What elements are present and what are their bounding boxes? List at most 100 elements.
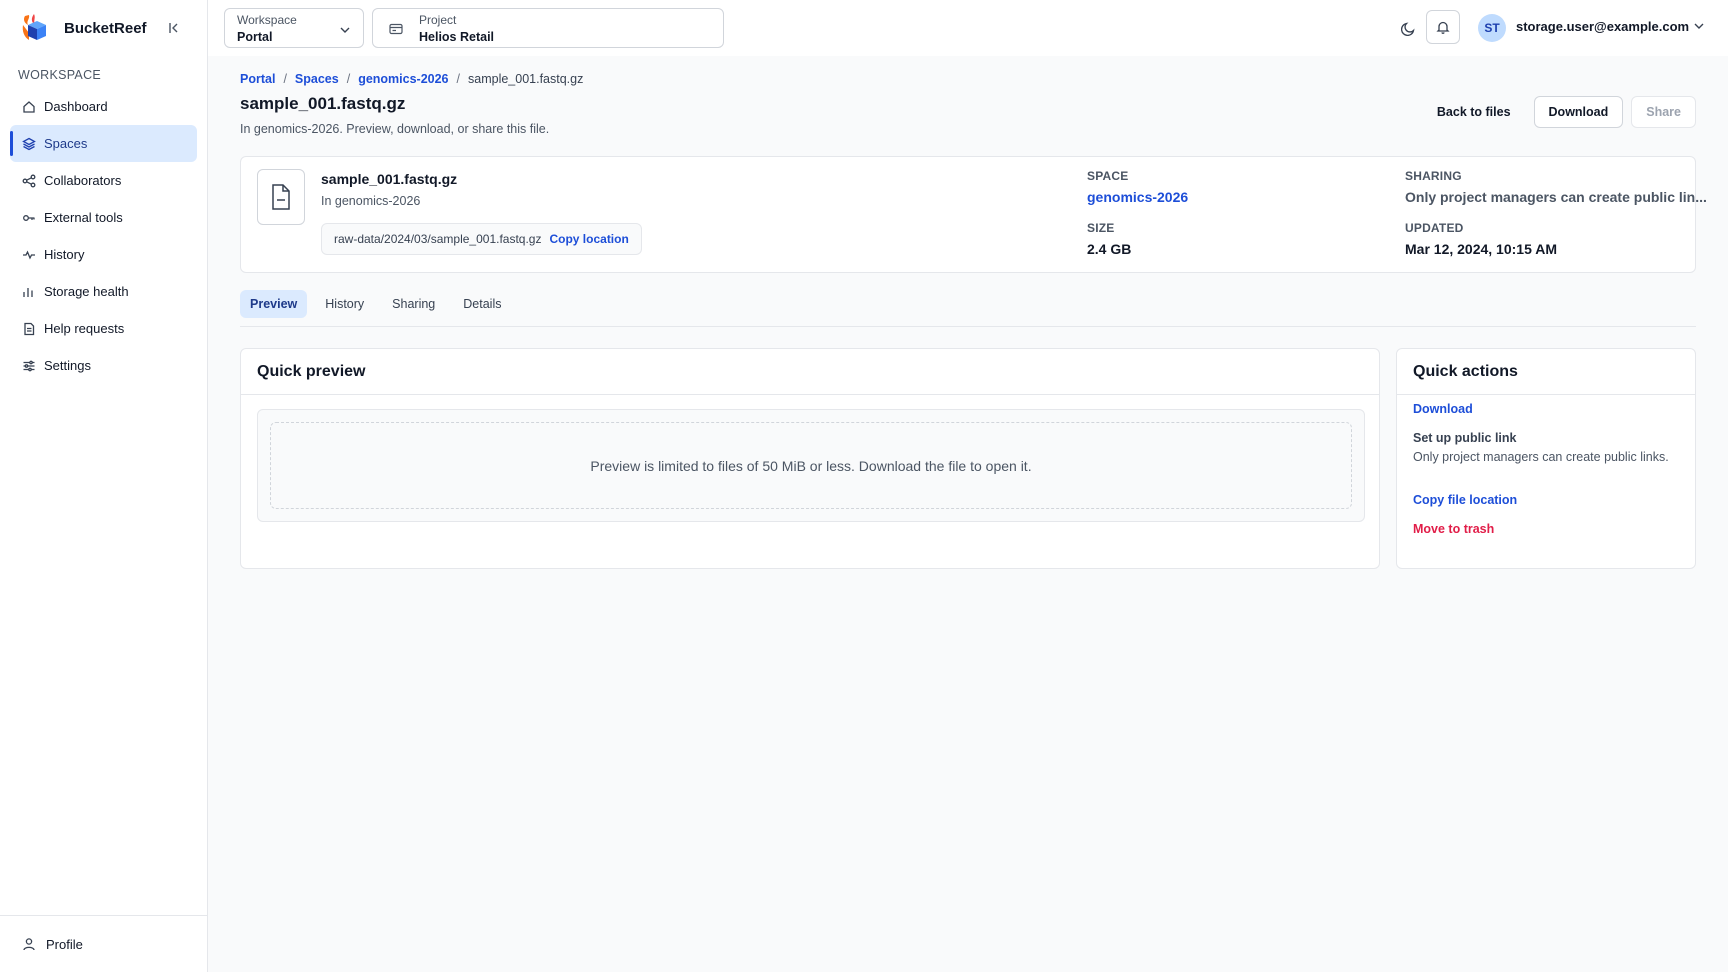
sidebar-item-label: External tools: [44, 210, 123, 225]
breadcrumb-current: sample_001.fastq.gz: [468, 72, 584, 86]
project-label: Project: [419, 13, 457, 27]
brand[interactable]: BucketReef: [20, 10, 147, 46]
sidebar-item-label: Help requests: [44, 321, 125, 336]
sliders-icon: [22, 359, 36, 373]
chevron-down-icon[interactable]: [1693, 19, 1705, 35]
meta-label: UPDATED: [1405, 221, 1464, 235]
moon-icon: [1400, 21, 1415, 36]
document-icon: [22, 322, 36, 336]
quick-preview-panel: Quick preview Preview is limited to file…: [240, 348, 1380, 569]
notifications-button[interactable]: [1426, 10, 1460, 44]
bar-chart-icon: [22, 285, 36, 299]
workspace-label: Workspace: [237, 13, 297, 27]
meta-label: SIZE: [1087, 221, 1115, 235]
page-title: sample_001.fastq.gz: [240, 94, 406, 113]
space-link[interactable]: genomics-2026: [1087, 189, 1188, 205]
sidebar-item-help-requests[interactable]: Help requests: [10, 310, 197, 347]
main-content: Portal / Spaces / genomics-2026 / sample…: [208, 56, 1728, 972]
preview-area: Preview is limited to files of 50 MiB or…: [257, 409, 1365, 522]
sidebar: BucketReef WORKSPACE Dashboard Spaces Co…: [0, 0, 208, 972]
home-icon: [22, 100, 36, 114]
user-email[interactable]: storage.user@example.com: [1516, 19, 1689, 34]
sidebar-item-label: Settings: [44, 358, 91, 373]
sidebar-item-collaborators[interactable]: Collaborators: [10, 162, 197, 199]
file-location-line: In genomics-2026: [321, 194, 421, 208]
panel-title: Quick actions: [1397, 349, 1695, 395]
copy-file-location-link[interactable]: Copy file location: [1413, 493, 1517, 507]
download-button[interactable]: Download: [1533, 96, 1624, 128]
logo-icon: [22, 14, 46, 40]
breadcrumb-separator: /: [456, 72, 460, 86]
quick-download-link[interactable]: Download: [1413, 402, 1473, 416]
sidebar-nav: Dashboard Spaces Collaborators External …: [10, 88, 197, 384]
workspace-selector[interactable]: Workspace Portal: [224, 8, 364, 48]
topbar: Workspace Portal Project Helios Retail S…: [208, 0, 1728, 56]
page-subtitle: In genomics-2026. Preview, download, or …: [240, 122, 550, 136]
breadcrumb: Portal / Spaces / genomics-2026 / sample…: [240, 72, 583, 86]
tab-history[interactable]: History: [315, 290, 374, 318]
file-path: raw-data/2024/03/sample_001.fastq.gz Cop…: [321, 223, 642, 255]
breadcrumb-portal[interactable]: Portal: [240, 72, 275, 86]
preview-message: Preview is limited to files of 50 MiB or…: [270, 422, 1352, 509]
share-nodes-icon: [22, 174, 36, 188]
breadcrumb-separator: /: [346, 72, 351, 86]
move-to-trash-link[interactable]: Move to trash: [1413, 522, 1494, 536]
sidebar-item-spaces[interactable]: Spaces: [10, 125, 197, 162]
public-link-description: Only project managers can create public …: [1413, 450, 1669, 464]
sidebar-profile[interactable]: Profile: [0, 915, 207, 972]
copy-location-button[interactable]: Copy location: [549, 232, 628, 246]
header-actions: Back to files Download Share: [1422, 96, 1696, 128]
tab-sharing[interactable]: Sharing: [382, 290, 445, 318]
chevron-down-icon: [339, 23, 351, 39]
profile-label: Profile: [46, 936, 83, 952]
file-icon: [257, 169, 305, 225]
tab-details[interactable]: Details: [453, 290, 511, 318]
file-name: sample_001.fastq.gz: [321, 171, 458, 187]
meta-space: SPACE genomics-2026: [1087, 169, 1188, 205]
meta-updated: UPDATED Mar 12, 2024, 10:15 AM: [1405, 221, 1557, 257]
quick-actions-panel: Quick actions Download Set up public lin…: [1396, 348, 1696, 569]
key-icon: [22, 211, 36, 225]
layers-icon: [22, 137, 36, 151]
card-icon: [389, 22, 403, 38]
file-path-text: raw-data/2024/03/sample_001.fastq.gz: [334, 232, 542, 246]
sidebar-item-label: Dashboard: [44, 99, 108, 114]
meta-label: SPACE: [1087, 169, 1129, 183]
sidebar-item-dashboard[interactable]: Dashboard: [10, 88, 197, 125]
app-name: BucketReef: [64, 19, 147, 37]
collapse-sidebar-icon[interactable]: [164, 18, 184, 38]
bell-icon: [1436, 21, 1450, 34]
project-value: Helios Retail: [419, 30, 495, 44]
activity-icon: [22, 248, 36, 262]
back-to-files-button[interactable]: Back to files: [1422, 96, 1526, 128]
file-summary-card: sample_001.fastq.gz In genomics-2026 raw…: [240, 156, 1707, 273]
size-value: 2.4 GB: [1087, 241, 1132, 257]
project-selector[interactable]: Project Helios Retail: [372, 8, 724, 48]
breadcrumb-space[interactable]: genomics-2026: [358, 72, 448, 86]
sidebar-item-label: Spaces: [44, 136, 88, 151]
sharing-value: Only project managers can create public …: [1405, 189, 1707, 205]
theme-toggle-button[interactable]: [1391, 11, 1425, 45]
sidebar-item-settings[interactable]: Settings: [10, 347, 197, 384]
file-tabs: Preview History Sharing Details: [240, 290, 1696, 327]
sidebar-section-label: WORKSPACE: [18, 68, 102, 82]
tab-preview[interactable]: Preview: [240, 290, 308, 318]
sidebar-item-storage-health[interactable]: Storage health: [10, 273, 197, 310]
breadcrumb-separator: /: [283, 72, 287, 86]
user-icon: [22, 937, 36, 951]
updated-value: Mar 12, 2024, 10:15 AM: [1405, 241, 1558, 257]
meta-size: SIZE 2.4 GB: [1087, 221, 1131, 257]
panel-title: Quick preview: [241, 349, 1379, 395]
meta-label: SHARING: [1405, 169, 1462, 183]
sidebar-item-label: History: [44, 247, 85, 262]
workspace-value: Portal: [237, 30, 273, 44]
avatar[interactable]: ST: [1478, 14, 1506, 42]
public-link-title: Set up public link: [1413, 431, 1517, 445]
sidebar-item-label: Storage health: [44, 284, 129, 299]
sidebar-item-history[interactable]: History: [10, 236, 197, 273]
share-button[interactable]: Share: [1631, 96, 1696, 128]
breadcrumb-spaces[interactable]: Spaces: [295, 72, 339, 86]
sidebar-item-label: Collaborators: [44, 173, 122, 188]
sidebar-item-external-tools[interactable]: External tools: [10, 199, 197, 236]
meta-sharing: SHARING Only project managers can create…: [1405, 169, 1707, 205]
